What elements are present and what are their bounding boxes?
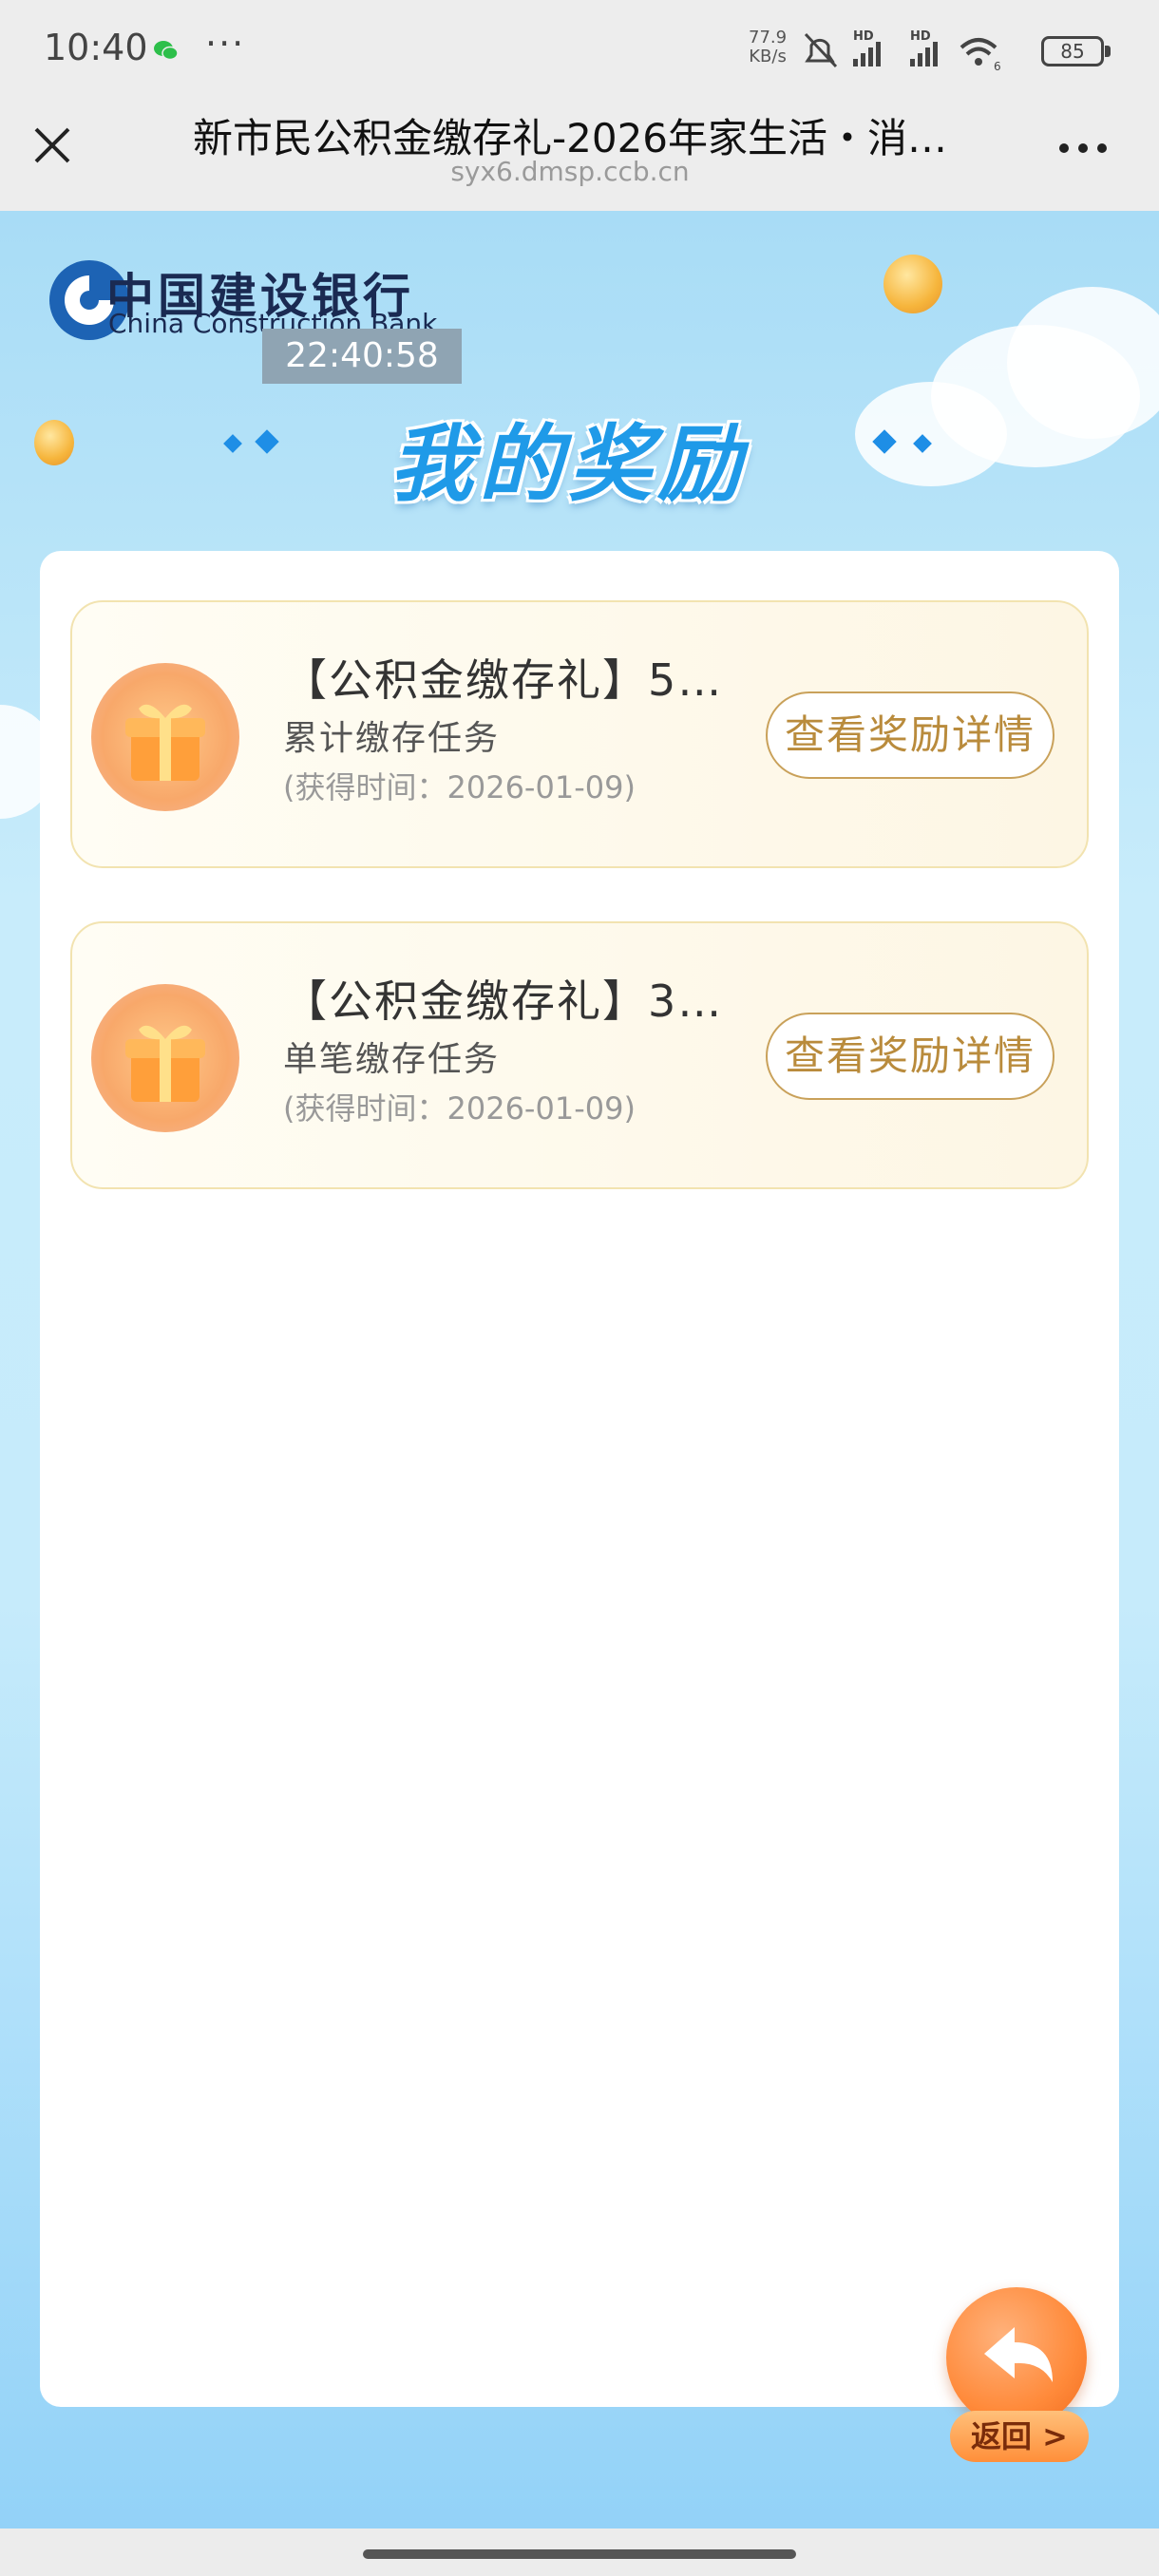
reward-title: 【公积金缴存礼】3… [283, 975, 724, 1027]
view-reward-details-button[interactable]: 查看奖励详情 [766, 1013, 1054, 1100]
screen: 10:40 ··· 77.9 KB/s HD HD 6 85 新市民公积金缴存礼… [0, 0, 1159, 2576]
mute-bell-icon [804, 32, 838, 68]
net-speed: 77.9 KB/s [749, 28, 787, 66]
page-heading: 我的奖励 [390, 415, 748, 513]
rewards-panel: 【公积金缴存礼】5… 累计缴存任务 (获得时间：2026-01-09) 查看奖励… [40, 551, 1119, 2407]
back-label: 返回 > [950, 2411, 1089, 2462]
status-icons: HD HD 6 [804, 29, 1001, 73]
timestamp-overlay: 22:40:58 [262, 329, 462, 384]
reward-card: 【公积金缴存礼】5… 累计缴存任务 (获得时间：2026-01-09) 查看奖励… [70, 600, 1089, 868]
net-speed-unit: KB/s [749, 47, 787, 66]
reward-card: 【公积金缴存礼】3… 单笔缴存任务 (获得时间：2026-01-09) 查看奖励… [70, 921, 1089, 1189]
signal-1-icon: HD [853, 29, 881, 66]
view-reward-details-button[interactable]: 查看奖励详情 [766, 691, 1054, 779]
wechat-icon [154, 41, 179, 61]
battery-icon: 85 [1041, 36, 1111, 66]
status-time: 10:40 [44, 27, 148, 68]
wifi-icon: 6 [960, 38, 1001, 73]
page-url: syx6.dmsp.ccb.cn [450, 156, 690, 187]
reward-time: (获得时间：2026-01-09) [283, 1090, 636, 1127]
status-bar: 10:40 ··· 77.9 KB/s HD HD 6 85 [0, 0, 1159, 103]
coin-decoration [884, 255, 942, 313]
close-icon[interactable] [28, 122, 76, 169]
reward-time: (获得时间：2026-01-09) [283, 769, 636, 805]
more-notifications-icon: ··· [205, 23, 246, 65]
coin-decoration [34, 420, 74, 465]
hd2-label: HD [910, 29, 931, 44]
cloud-decoration [855, 382, 1007, 486]
diamond-decoration [255, 429, 279, 454]
svg-text:6: 6 [994, 60, 1001, 73]
reward-task: 累计缴存任务 [283, 719, 501, 758]
title-bar: 新市民公积金缴存礼-2026年家生活・消… syx6.dmsp.ccb.cn [0, 103, 1159, 211]
reward-task: 单笔缴存任务 [283, 1040, 501, 1079]
hd1-label: HD [853, 29, 874, 44]
reward-title: 【公积金缴存礼】5… [283, 654, 724, 706]
signal-2-icon: HD [910, 29, 938, 66]
home-indicator[interactable] [363, 2549, 796, 2559]
gift-icon [91, 984, 239, 1132]
reward-page: 中国建设银行 China Construction Bank 22:40:58 … [0, 211, 1159, 2529]
back-button[interactable]: 返回 > [940, 2287, 1092, 2468]
net-speed-value: 77.9 [749, 28, 788, 47]
navigation-bar [0, 2529, 1159, 2576]
gift-icon [91, 663, 239, 811]
diamond-decoration [223, 434, 242, 453]
back-arrow-icon [946, 2287, 1087, 2428]
more-options-icon[interactable] [1054, 129, 1112, 167]
